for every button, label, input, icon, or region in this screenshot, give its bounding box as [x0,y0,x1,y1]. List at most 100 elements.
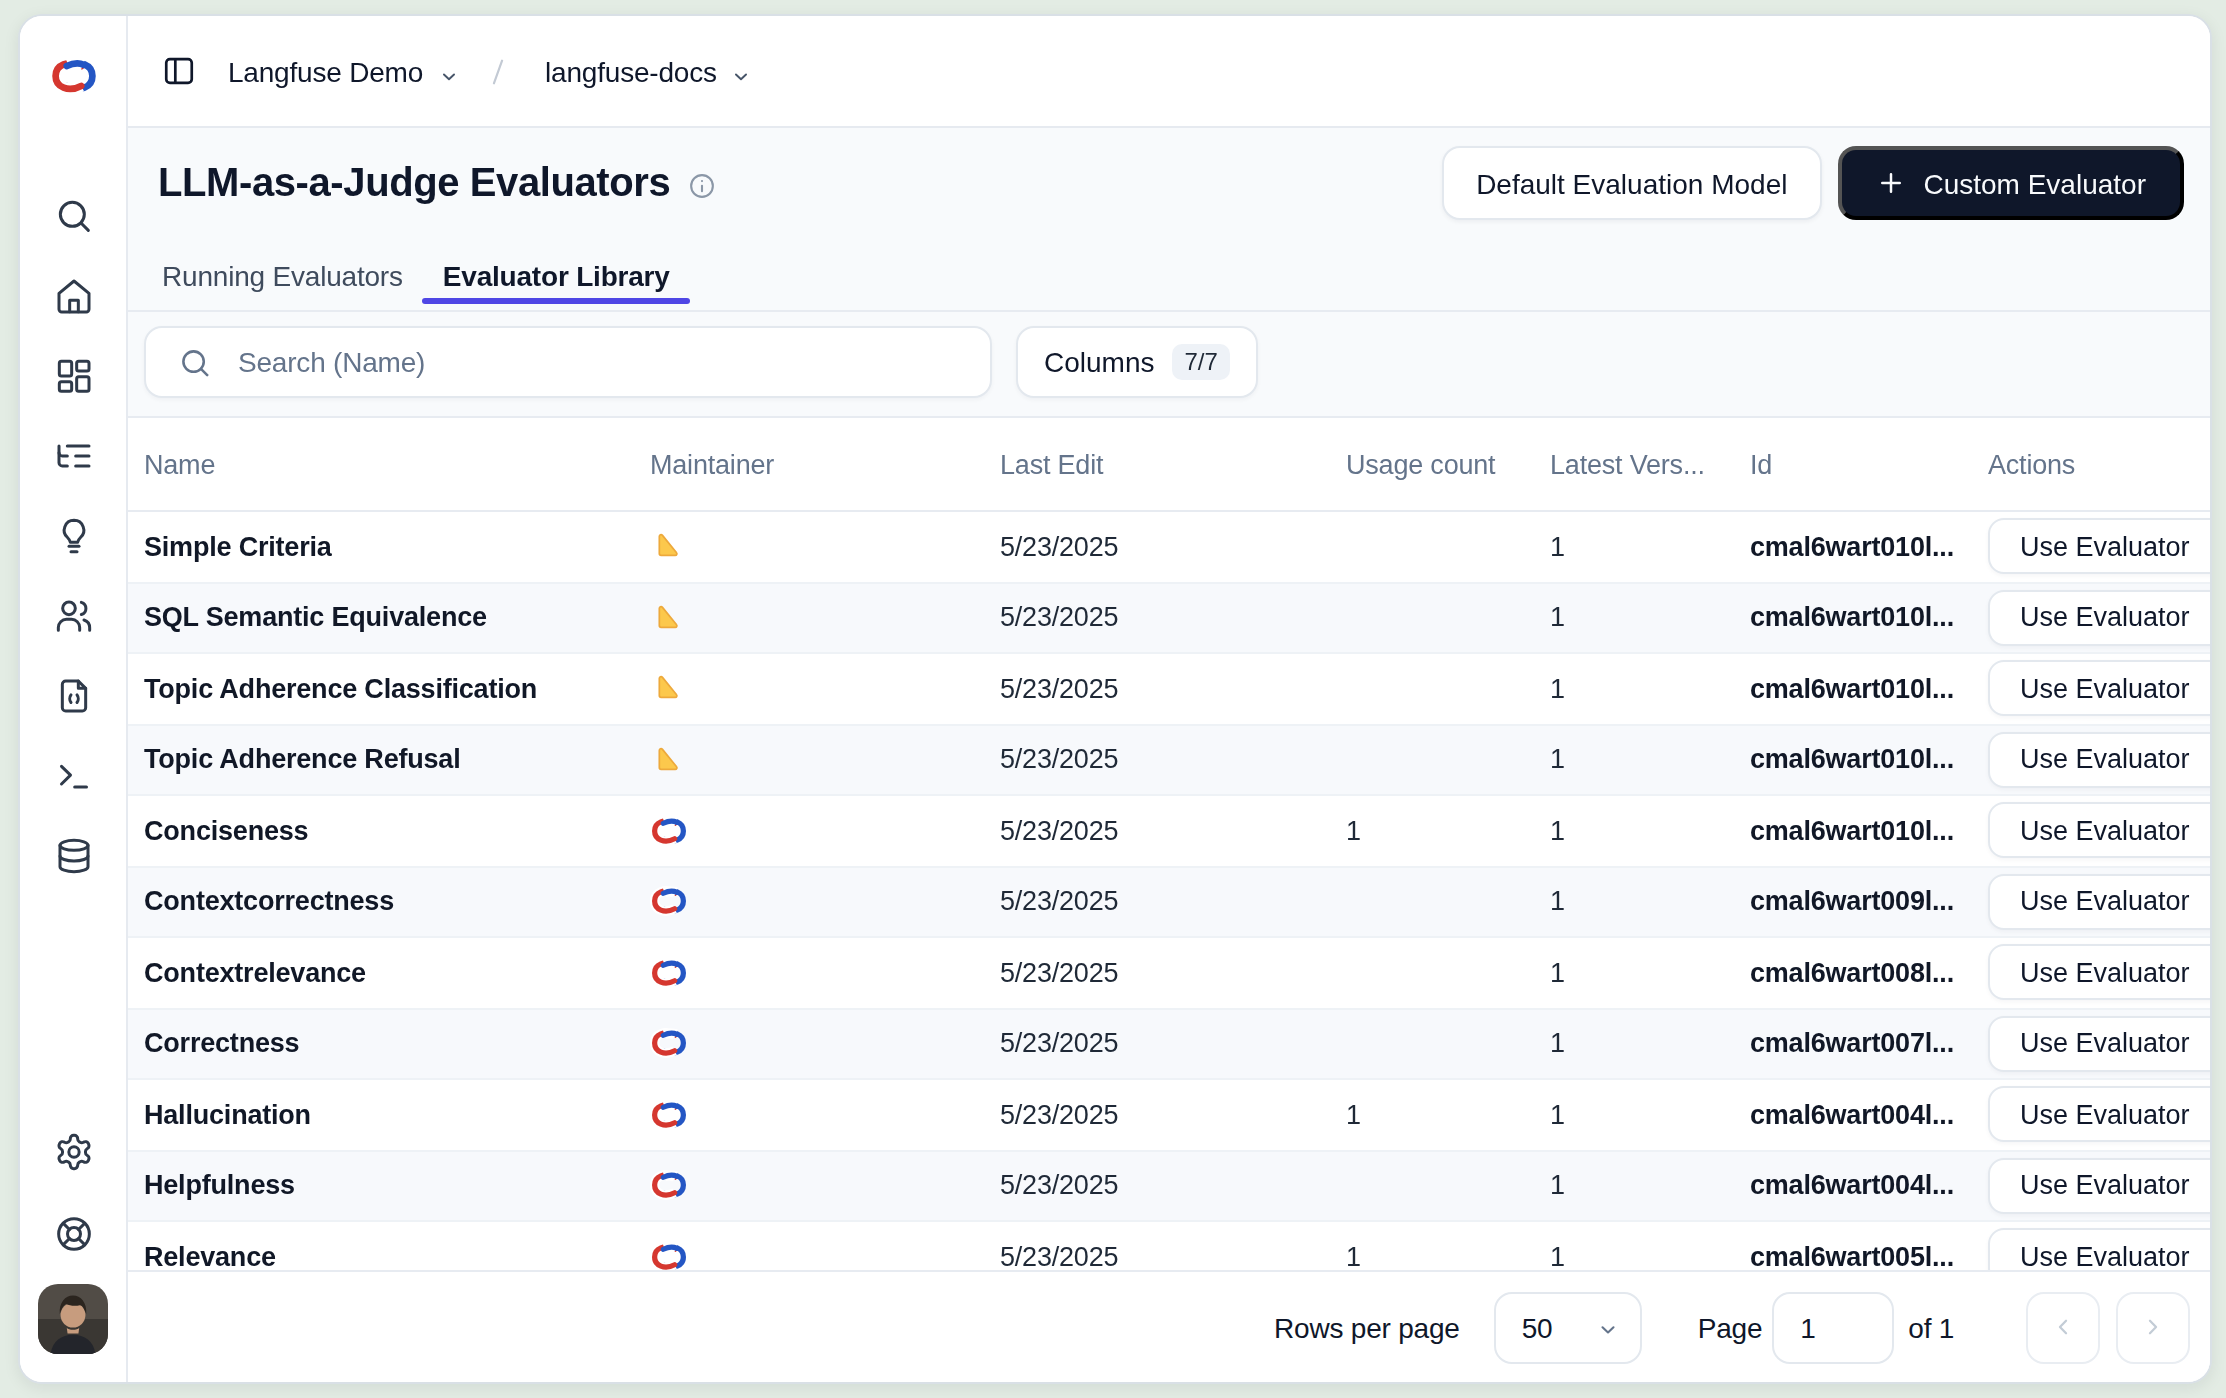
dashboard-icon[interactable] [53,356,93,396]
panel-toggle-icon[interactable] [162,54,196,88]
playground-icon[interactable] [53,676,93,716]
actions-cell: Use Evaluator [1972,519,2210,575]
user-avatar[interactable] [38,1284,108,1354]
topbar: Langfuse Demo langfuse-docs [128,16,2210,128]
usage-count-cell: 1 [1330,1242,1534,1271]
tracing-icon[interactable] [53,436,93,476]
table-row[interactable]: Correctness 5/23/2025 1 cmal6wart007l...… [128,1009,2210,1080]
home-icon[interactable] [53,276,93,316]
search-input[interactable] [238,346,990,378]
table-row[interactable]: Topic Adherence Refusal 5/23/2025 1 cmal… [128,725,2210,796]
actions-cell: Use Evaluator [1972,874,2210,930]
table-row[interactable]: Contextrelevance 5/23/2025 1 cmal6wart00… [128,938,2210,1009]
use-evaluator-button[interactable]: Use Evaluator [1988,803,2210,859]
evaluator-name: Topic Adherence Refusal [128,745,634,775]
main-content: LLM-as-a-Judge Evaluators Default Evalua… [128,128,2210,1382]
support-icon[interactable] [53,1214,93,1254]
project-selector[interactable]: langfuse-docs [545,55,717,87]
use-evaluator-button[interactable]: Use Evaluator [1988,1158,2210,1214]
table-row[interactable]: Conciseness 5/23/2025 1 1 cmal6wart010l.… [128,796,2210,867]
rows-per-page-label: Rows per page [1274,1311,1460,1343]
tab-evaluator-library[interactable]: Evaluator Library [423,242,690,310]
page-header: LLM-as-a-Judge Evaluators Default Evalua… [158,128,2184,238]
next-page-button[interactable] [2116,1291,2190,1363]
info-icon[interactable] [688,171,716,199]
maintainer-cell [634,602,984,634]
maintainer-cell [634,1029,984,1059]
evaluator-name: Correctness [128,1029,634,1059]
evaluator-id: cmal6wart009l... [1734,887,1972,917]
page-number-input[interactable]: 1 [1772,1291,1894,1363]
langfuse-maintainer-icon [650,816,688,846]
use-evaluator-button[interactable]: Use Evaluator [1988,1229,2210,1271]
use-evaluator-button[interactable]: Use Evaluator [1988,519,2210,575]
columns-label: Columns [1044,346,1155,378]
columns-count-badge: 7/7 [1173,344,1230,380]
datasets-icon[interactable] [53,836,93,876]
evaluator-id: cmal6wart004l... [1734,1171,1972,1201]
column-header-maintainer: Maintainer [634,449,984,479]
search-icon[interactable] [53,196,93,236]
last-edit-cell: 5/23/2025 [984,958,1330,988]
prompts-icon[interactable] [53,516,93,556]
usage-count-cell: 1 [1330,816,1534,846]
rows-per-page-value: 50 [1522,1311,1553,1343]
org-selector[interactable]: Langfuse Demo [228,55,423,87]
ragas-maintainer-icon [650,531,682,563]
search-box[interactable] [144,326,992,398]
evaluator-name: Hallucination [128,1100,634,1130]
table-row[interactable]: SQL Semantic Equivalence 5/23/2025 1 cma… [128,583,2210,654]
maintainer-cell [634,673,984,705]
evaluator-name: Conciseness [128,816,634,846]
last-edit-cell: 5/23/2025 [984,816,1330,846]
table-toolbar: Columns 7/7 [144,326,2210,398]
use-evaluator-button[interactable]: Use Evaluator [1988,732,2210,788]
table-row[interactable]: Simple Criteria 5/23/2025 1 cmal6wart010… [128,512,2210,583]
table-row[interactable]: Helpfulness 5/23/2025 1 cmal6wart004l...… [128,1151,2210,1222]
columns-button[interactable]: Columns 7/7 [1016,326,1258,398]
use-evaluator-button[interactable]: Use Evaluator [1988,661,2210,717]
maintainer-cell [634,744,984,776]
langfuse-maintainer-icon [650,1100,688,1130]
latest-version-cell: 1 [1534,532,1734,562]
latest-version-cell: 1 [1534,603,1734,633]
ragas-maintainer-icon [650,602,682,634]
use-evaluator-button[interactable]: Use Evaluator [1988,945,2210,1001]
use-evaluator-button[interactable]: Use Evaluator [1988,1016,2210,1072]
tab-running-evaluators[interactable]: Running Evaluators [142,242,423,310]
table-header-row: Name Maintainer Last Edit Usage count La… [128,418,2210,512]
sidebar-nav [20,196,126,876]
latest-version-cell: 1 [1534,745,1734,775]
previous-page-button[interactable] [2026,1291,2100,1363]
desktop-background: Langfuse Demo langfuse-docs LLM-as-a-Jud… [0,0,2226,1398]
ragas-maintainer-icon [650,744,682,776]
rows-per-page-select[interactable]: 50 [1494,1291,1642,1363]
maintainer-cell [634,531,984,563]
page-title: LLM-as-a-Judge Evaluators [158,160,670,206]
use-evaluator-button[interactable]: Use Evaluator [1988,874,2210,930]
latest-version-cell: 1 [1534,816,1734,846]
actions-cell: Use Evaluator [1972,945,2210,1001]
chevron-down-icon[interactable] [731,60,753,82]
table-row[interactable]: Hallucination 5/23/2025 1 1 cmal6wart004… [128,1080,2210,1151]
evaluator-name: Helpfulness [128,1171,634,1201]
column-header-actions: Actions [1972,449,2210,479]
use-evaluator-button[interactable]: Use Evaluator [1988,590,2210,646]
app-window: Langfuse Demo langfuse-docs LLM-as-a-Jud… [18,14,2212,1384]
table-row[interactable]: Relevance 5/23/2025 1 1 cmal6wart005l...… [128,1222,2210,1270]
settings-icon[interactable] [53,1132,93,1172]
table-row[interactable]: Topic Adherence Classification 5/23/2025… [128,654,2210,725]
default-evaluation-model-button[interactable]: Default Evaluation Model [1442,146,1821,220]
users-icon[interactable] [53,596,93,636]
chevron-down-icon[interactable] [437,60,459,82]
page-label: Page [1698,1311,1763,1343]
table-row[interactable]: Contextcorrectness 5/23/2025 1 cmal6wart… [128,867,2210,938]
column-header-name: Name [128,449,634,479]
terminal-icon[interactable] [53,756,93,796]
latest-version-cell: 1 [1534,958,1734,988]
custom-evaluator-button[interactable]: Custom Evaluator [1837,146,2184,220]
breadcrumb-slash-icon [481,53,513,89]
langfuse-maintainer-icon [650,1242,688,1271]
maintainer-cell [634,1100,984,1130]
use-evaluator-button[interactable]: Use Evaluator [1988,1087,2210,1143]
